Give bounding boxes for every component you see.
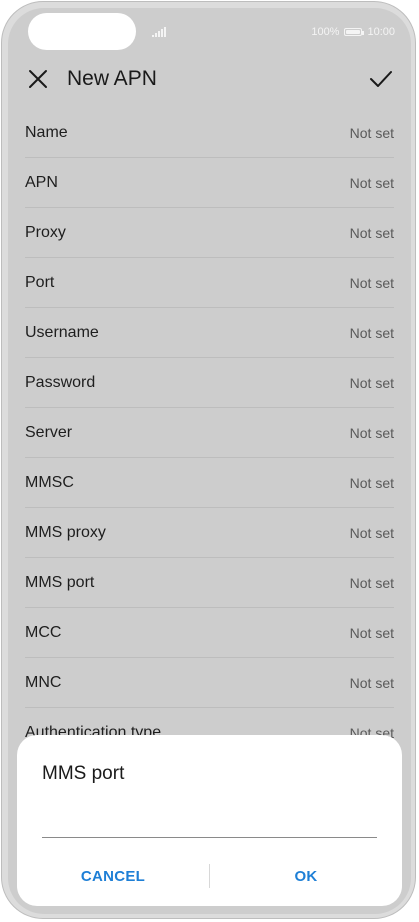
check-icon [370,71,392,87]
battery-icon [344,28,365,36]
apn-field-mnc[interactable]: MNC Not set [25,658,394,708]
field-value: Not set [349,674,394,691]
camera-cutout [28,13,136,50]
apn-field-port[interactable]: Port Not set [25,258,394,308]
field-value: Not set [349,574,394,591]
field-value: Not set [349,524,394,541]
ok-button[interactable]: OK [210,868,402,885]
field-value: Not set [349,224,394,241]
cancel-button[interactable]: CANCEL [17,868,209,885]
close-icon [29,70,47,88]
field-value: Not set [349,624,394,641]
battery-percent: 100% [311,26,340,38]
field-label: Name [25,123,68,141]
screen: 100% 10:00 New APN Name Not set APN Not … [8,8,411,914]
signal-icon [152,27,166,37]
field-value: Not set [349,474,394,491]
field-value: Not set [349,274,394,291]
field-label: Password [25,373,96,391]
page-title: New APN [67,67,157,90]
field-label: MCC [25,623,62,641]
field-label: MMS proxy [25,523,106,541]
apn-field-mms-proxy[interactable]: MMS proxy Not set [25,508,394,558]
apn-field-proxy[interactable]: Proxy Not set [25,208,394,258]
field-label: MMS port [25,573,95,591]
field-label: Port [25,273,55,291]
clock: 10:00 [367,26,395,38]
apn-field-apn[interactable]: APN Not set [25,158,394,208]
apn-field-server[interactable]: Server Not set [25,408,394,458]
field-value: Not set [349,324,394,341]
close-button[interactable] [25,66,51,92]
field-value: Not set [349,424,394,441]
field-label: Proxy [25,223,66,241]
field-label: Server [25,423,73,441]
save-button[interactable] [368,66,394,92]
mms-port-input[interactable] [42,797,377,838]
field-value: Not set [349,174,394,191]
apn-field-mmsc[interactable]: MMSC Not set [25,458,394,508]
apn-field-mcc[interactable]: MCC Not set [25,608,394,658]
apn-settings-list: Name Not set APN Not set Proxy Not set P… [25,108,394,758]
field-label: Username [25,323,99,341]
apn-field-password[interactable]: Password Not set [25,358,394,408]
dialog-actions: CANCEL OK [17,863,402,889]
apn-field-username[interactable]: Username Not set [25,308,394,358]
phone-frame: 100% 10:00 New APN Name Not set APN Not … [0,0,419,922]
field-value: Not set [349,374,394,391]
mms-port-dialog: MMS port CANCEL OK [17,735,402,906]
apn-field-mms-port[interactable]: MMS port Not set [25,558,394,608]
field-label: APN [25,173,58,191]
apn-field-name[interactable]: Name Not set [25,108,394,158]
field-label: MMSC [25,473,74,491]
field-value: Not set [349,124,394,141]
status-indicators: 100% 10:00 [311,25,395,39]
field-label: MNC [25,673,62,691]
dialog-title: MMS port [42,763,125,784]
